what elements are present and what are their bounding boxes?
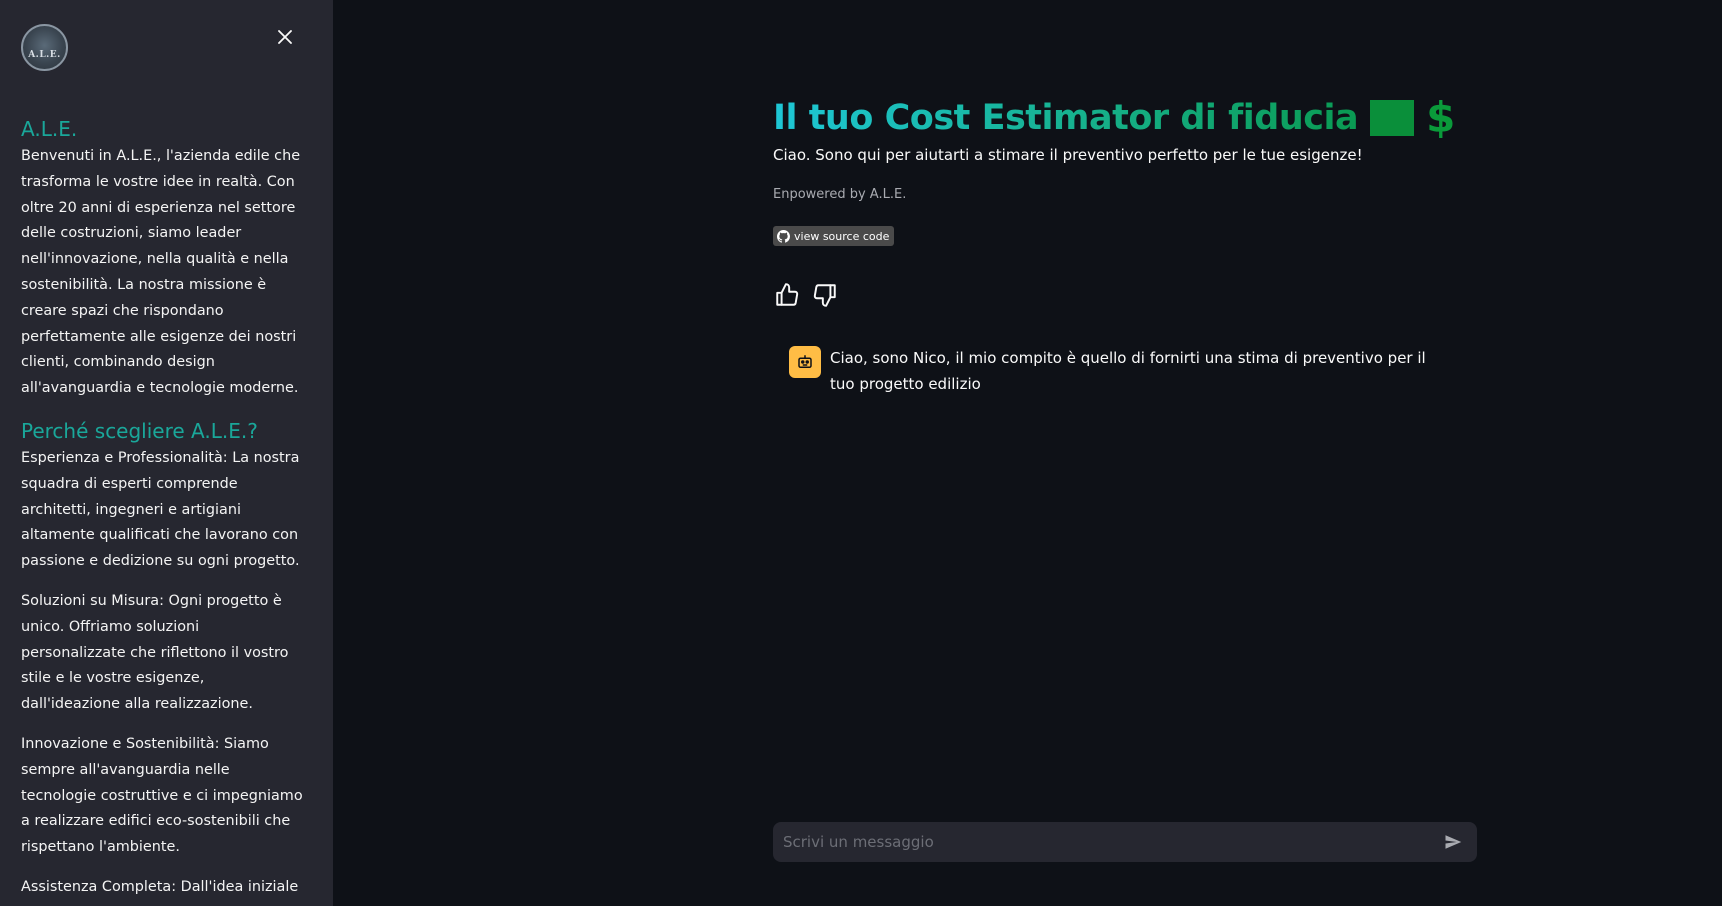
dollar-icon: $ xyxy=(1426,93,1456,142)
chat-input-bar xyxy=(773,822,1477,862)
sidebar-content: A.L.E. Benvenuti in A.L.E., l'azienda ed… xyxy=(21,114,307,906)
company-logo: A.L.E. xyxy=(21,24,68,71)
robot-icon xyxy=(798,355,812,368)
logo-text: A.L.E. xyxy=(28,49,61,60)
view-source-badge[interactable]: view source code xyxy=(773,226,895,246)
thumbs-down-button[interactable] xyxy=(811,281,839,309)
page-title: Il tuo Cost Estimator di fiducia $ xyxy=(773,92,1477,144)
sidebar-heading-company: A.L.E. xyxy=(21,117,78,141)
sidebar-point: Soluzioni su Misura: Ogni progetto è uni… xyxy=(21,592,289,713)
app-root: A.L.E. A.L.E. Benvenuti in A.L.E., l'azi… xyxy=(0,0,1722,906)
page-subtitle: Ciao. Sono qui per aiutarti a stimare il… xyxy=(773,146,1363,164)
powered-by-text: Enpowered by A.L.E. xyxy=(773,187,907,202)
sidebar-heading-why: Perché scegliere A.L.E.? xyxy=(21,418,258,443)
github-icon xyxy=(777,229,790,243)
sidebar-point: Assistenza Completa: Dall'idea iniziale … xyxy=(21,878,299,906)
sidebar-intro-text: Benvenuti in A.L.E., l'azienda edile che… xyxy=(21,148,301,397)
badge-label: view source code xyxy=(794,229,890,243)
close-icon xyxy=(278,30,292,44)
sidebar: A.L.E. A.L.E. Benvenuti in A.L.E., l'azi… xyxy=(0,0,333,906)
page-title-text: Il tuo Cost Estimator di fiducia xyxy=(773,92,1359,144)
chat-input[interactable] xyxy=(783,833,1439,851)
main-area: Il tuo Cost Estimator di fiducia $ Ciao.… xyxy=(333,0,1722,906)
sidebar-point: Esperienza e Professionalità: La nostra … xyxy=(21,449,300,570)
thumbs-down-icon xyxy=(813,284,836,307)
chat-message-assistant: Ciao, sono Nico, il mio compito è quello… xyxy=(773,346,1477,397)
send-button[interactable] xyxy=(1439,828,1467,856)
chat-message-text: Ciao, sono Nico, il mio compito è quello… xyxy=(830,349,1426,393)
badge-content: view source code xyxy=(773,226,895,246)
feedback-buttons xyxy=(773,281,1477,309)
thumbs-up-icon xyxy=(776,283,799,306)
send-icon xyxy=(1445,835,1462,849)
thumbs-up-button[interactable] xyxy=(773,281,801,309)
money-emoji-icon xyxy=(1370,100,1415,136)
bot-avatar xyxy=(789,346,821,378)
sidebar-point: Innovazione e Sostenibilità: Siamo sempr… xyxy=(21,735,303,856)
close-sidebar-button[interactable] xyxy=(272,24,298,50)
